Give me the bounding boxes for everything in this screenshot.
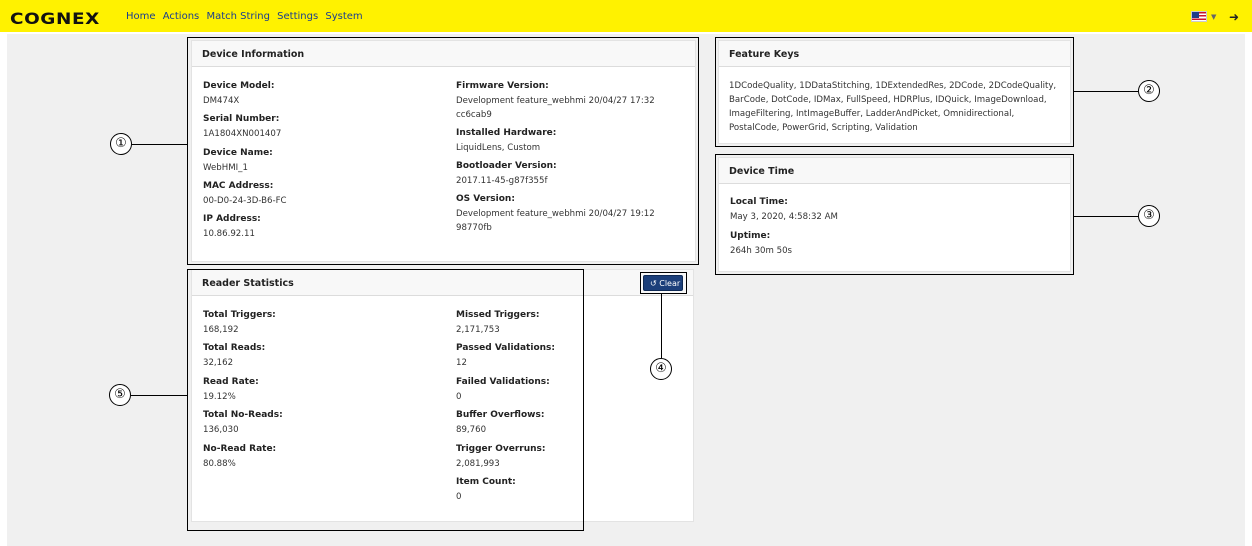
- nav-settings[interactable]: Settings: [277, 11, 318, 22]
- us-flag-icon[interactable]: [1191, 11, 1207, 22]
- callout-5: ⑤: [109, 384, 131, 406]
- firmware-version-label: Firmware Version:: [456, 81, 549, 91]
- buffer-overflows-value: 89,760: [456, 425, 487, 435]
- callout-1: ①: [110, 133, 132, 155]
- serial-number-label: Serial Number:: [203, 114, 280, 124]
- uptime-value: 264h 30m 50s: [730, 246, 793, 256]
- device-model-value: DM474X: [203, 96, 240, 106]
- mac-address-label: MAC Address:: [203, 181, 274, 191]
- trigger-overruns-value: 2,081,993: [456, 459, 500, 469]
- callout-1-line: [132, 144, 188, 145]
- callout-2: ②: [1138, 80, 1160, 102]
- buffer-overflows-label: Buffer Overflows:: [456, 410, 545, 420]
- item-count-label: Item Count:: [456, 477, 516, 487]
- uptime-label: Uptime:: [730, 231, 771, 241]
- clear-button[interactable]: ↺ Clear: [643, 275, 683, 291]
- total-no-reads-label: Total No-Reads:: [203, 410, 283, 420]
- nav-match-string[interactable]: Match String: [206, 11, 270, 22]
- ip-address-value: 10.86.92.11: [203, 229, 255, 239]
- callout-5-line: [131, 395, 188, 396]
- no-read-rate-label: No-Read Rate:: [203, 444, 277, 454]
- failed-validations-value: 0: [456, 392, 462, 402]
- os-version-hash: 98770fb: [456, 223, 492, 233]
- main-nav: Home Actions Match String Settings Syste…: [126, 11, 367, 22]
- read-rate-label: Read Rate:: [203, 377, 259, 387]
- total-triggers-value: 168,192: [203, 325, 239, 335]
- installed-hardware-label: Installed Hardware:: [456, 128, 557, 138]
- callout-3-line: [1073, 216, 1138, 217]
- cognex-logo[interactable]: COGNEX: [10, 9, 100, 28]
- missed-triggers-value: 2,171,753: [456, 325, 500, 335]
- total-reads-value: 32,162: [203, 358, 234, 368]
- top-bar: COGNEX Home Actions Match String Setting…: [0, 0, 1252, 32]
- bootloader-version-value: 2017.11-45-g87f355f: [456, 176, 548, 186]
- clear-button-label: Clear: [659, 279, 681, 288]
- item-count-value: 0: [456, 492, 462, 502]
- device-name-value: WebHMI_1: [203, 163, 248, 173]
- feature-keys-line: 1DCodeQuality, 1DDataStitching, 1DExtend…: [729, 81, 1057, 91]
- no-read-rate-value: 80.88%: [203, 459, 236, 469]
- callout-3: ③: [1138, 205, 1160, 227]
- logout-icon[interactable]: ➜: [1229, 10, 1239, 24]
- callout-4-line: [661, 294, 662, 358]
- passed-validations-label: Passed Validations:: [456, 343, 555, 353]
- device-model-label: Device Model:: [203, 81, 275, 91]
- nav-system[interactable]: System: [325, 11, 362, 22]
- local-time-value: May 3, 2020, 4:58:32 AM: [730, 212, 838, 222]
- callout-frame-5: [187, 269, 584, 531]
- nav-actions[interactable]: Actions: [163, 11, 200, 22]
- total-no-reads-value: 136,030: [203, 425, 239, 435]
- mac-address-value: 00-D0-24-3D-B6-FC: [203, 196, 287, 206]
- ip-address-label: IP Address:: [203, 214, 261, 224]
- chevron-down-icon[interactable]: ▼: [1211, 13, 1216, 21]
- failed-validations-label: Failed Validations:: [456, 377, 550, 387]
- total-reads-label: Total Reads:: [203, 343, 266, 353]
- local-time-label: Local Time:: [730, 197, 788, 207]
- device-name-label: Device Name:: [203, 148, 273, 158]
- total-triggers-label: Total Triggers:: [203, 310, 276, 320]
- os-version-value: Development feature_webhmi 20/04/27 19:1…: [456, 209, 655, 219]
- read-rate-value: 19.12%: [203, 392, 236, 402]
- feature-keys-list: 1DCodeQuality, 1DDataStitching, 1DExtend…: [729, 79, 1056, 135]
- trigger-overruns-label: Trigger Overruns:: [456, 444, 546, 454]
- feature-keys-line: BarCode, DotCode, IDMax, FullSpeed, HDRP…: [729, 95, 1047, 105]
- callout-4: ④: [650, 358, 672, 380]
- firmware-version-hash: cc6cab9: [456, 110, 492, 120]
- feature-keys-line: PostalCode, PowerGrid, Scripting, Valida…: [729, 123, 918, 133]
- os-version-label: OS Version:: [456, 194, 515, 204]
- reset-icon: ↺: [650, 279, 657, 288]
- serial-number-value: 1A1804XN001407: [203, 129, 282, 139]
- feature-keys-line: ImageFiltering, IntImageBuffer, LadderAn…: [729, 109, 1015, 119]
- passed-validations-value: 12: [456, 358, 467, 368]
- bootloader-version-label: Bootloader Version:: [456, 161, 557, 171]
- missed-triggers-label: Missed Triggers:: [456, 310, 540, 320]
- firmware-version-value: Development feature_webhmi 20/04/27 17:3…: [456, 96, 655, 106]
- callout-2-line: [1073, 91, 1138, 92]
- installed-hardware-value: LiquidLens, Custom: [456, 143, 541, 153]
- nav-home[interactable]: Home: [126, 11, 156, 22]
